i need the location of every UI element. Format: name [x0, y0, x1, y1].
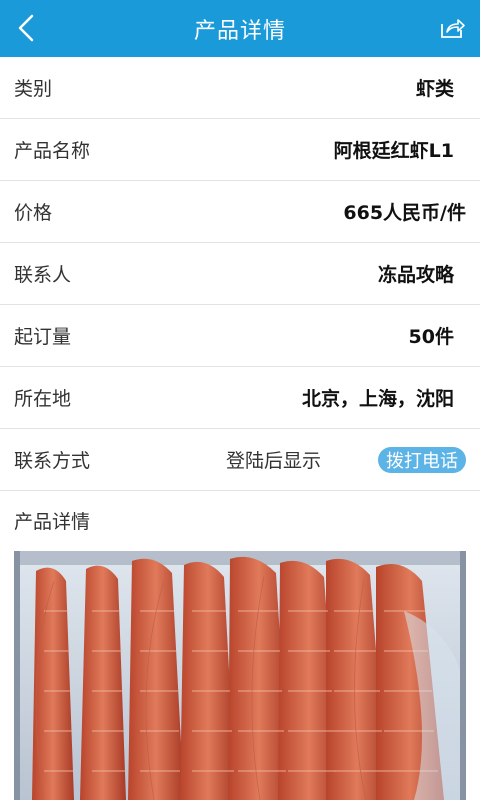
share-icon — [441, 19, 465, 38]
row-min-order: 起订量 50件 — [0, 305, 480, 367]
row-contact-person: 联系人 冻品攻略 — [0, 243, 480, 305]
row-price: 价格 665人民币/件 — [0, 181, 480, 243]
page-title: 产品详情 — [193, 18, 286, 44]
category-value: 虾类 — [415, 78, 454, 100]
share-button[interactable] — [434, 10, 470, 46]
call-button[interactable]: 拨打电话 — [378, 447, 466, 473]
top-bar: 产品详情 — [0, 0, 480, 57]
category-label: 类别 — [14, 78, 53, 100]
product-photo[interactable] — [14, 551, 466, 800]
product-info-list: 类别 虾类 产品名称 阿根廷红虾L1 价格 665人民币/件 联系人 冻品攻略 … — [0, 57, 480, 549]
product-image-section — [0, 547, 480, 800]
login-required-hint: 登陆后显示 — [226, 450, 322, 472]
product-name-label: 产品名称 — [14, 140, 91, 162]
back-button[interactable] — [6, 8, 46, 48]
row-contact-method: 联系方式 登陆后显示 拨打电话 — [0, 429, 480, 491]
chevron-left-icon — [18, 14, 34, 42]
shrimp-photo-image — [14, 551, 466, 800]
product-details-label: 产品详情 — [14, 510, 91, 533]
price-value: 665人民币/件 — [343, 202, 466, 224]
location-label: 所在地 — [14, 388, 72, 410]
price-label: 价格 — [14, 202, 53, 224]
product-name-value: 阿根廷红虾L1 — [333, 140, 454, 162]
min-order-label: 起订量 — [14, 326, 72, 348]
row-product-name: 产品名称 阿根廷红虾L1 — [0, 119, 480, 181]
row-category: 类别 虾类 — [0, 57, 480, 119]
contact-person-label: 联系人 — [14, 264, 72, 286]
contact-method-label: 联系方式 — [14, 450, 91, 472]
min-order-value: 50件 — [408, 326, 454, 348]
contact-person-value: 冻品攻略 — [377, 264, 454, 286]
location-value: 北京，上海，沈阳 — [301, 388, 454, 410]
row-location: 所在地 北京，上海，沈阳 — [0, 367, 480, 429]
row-product-details: 产品详情 — [0, 491, 480, 549]
